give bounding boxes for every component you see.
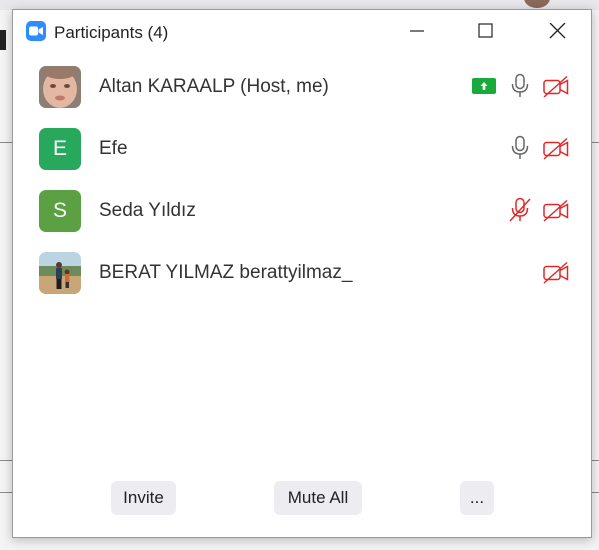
participant-avatar: E	[39, 128, 81, 170]
close-icon	[549, 23, 566, 39]
background-edge	[0, 30, 6, 50]
participants-window: Participants (4) Altan KARAALP (Host, me…	[12, 9, 592, 538]
participant-name: Efe	[99, 138, 128, 159]
video-off-icon[interactable]	[542, 199, 570, 223]
participant-name: Altan KARAALP (Host, me)	[99, 76, 329, 97]
microphone-icon[interactable]	[510, 135, 530, 161]
video-off-icon[interactable]	[542, 75, 570, 99]
participant-row[interactable]: E Efe	[13, 128, 591, 190]
participant-avatar	[39, 66, 81, 108]
close-button[interactable]	[528, 10, 586, 52]
background-divider	[0, 460, 12, 461]
microphone-muted-icon[interactable]	[508, 197, 532, 223]
mute-all-button[interactable]: Mute All	[274, 481, 362, 515]
maximize-button[interactable]	[457, 10, 515, 52]
window-title: Participants (4)	[54, 23, 169, 42]
video-off-icon[interactable]	[542, 261, 570, 285]
participant-row[interactable]: Altan KARAALP (Host, me)	[13, 66, 591, 128]
title-bar[interactable]: Participants (4)	[13, 10, 591, 52]
video-off-icon[interactable]	[542, 137, 570, 161]
minimize-button[interactable]	[388, 10, 446, 52]
maximize-icon	[478, 23, 493, 38]
background-divider	[0, 142, 12, 143]
participant-row[interactable]: S Seda Yıldız	[13, 190, 591, 252]
minimize-icon	[410, 30, 424, 32]
participant-name: BERAT YILMAZ berattyilmaz_	[99, 262, 353, 283]
participant-row[interactable]: BERAT YILMAZ berattyilmaz_	[13, 252, 591, 314]
screen-share-icon	[472, 78, 496, 94]
microphone-icon[interactable]	[510, 73, 530, 99]
participant-avatar: S	[39, 190, 81, 232]
participant-avatar	[39, 252, 81, 294]
more-options-button[interactable]: ...	[460, 481, 494, 515]
zoom-app-icon	[26, 21, 46, 41]
participant-name: Seda Yıldız	[99, 200, 196, 221]
background-divider	[0, 492, 12, 493]
invite-button[interactable]: Invite	[111, 481, 176, 515]
